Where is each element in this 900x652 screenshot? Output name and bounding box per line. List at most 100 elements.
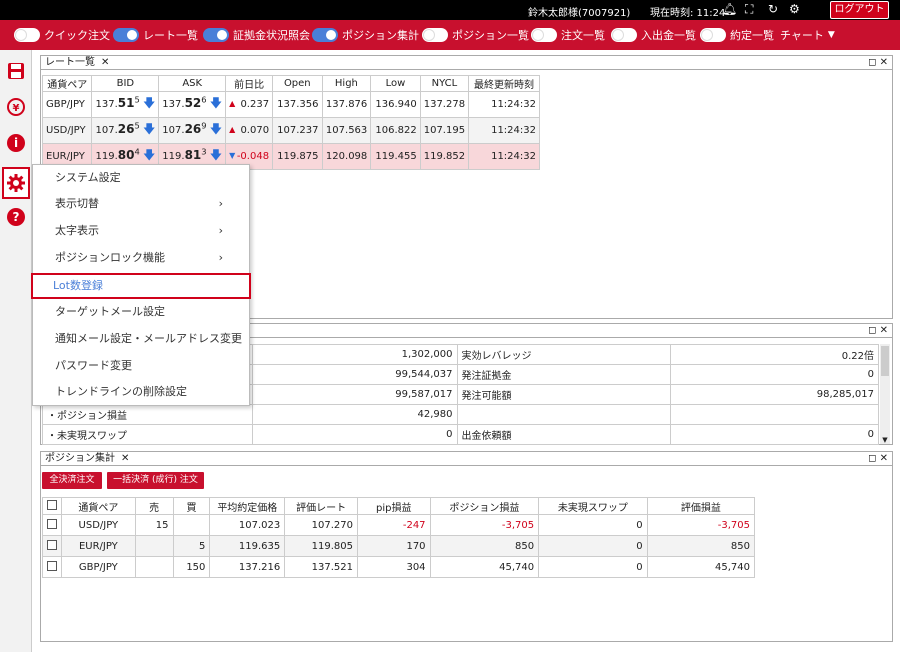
menu-item-password-change[interactable]: パスワード変更: [33, 353, 249, 379]
scroll-down-arrow-icon[interactable]: ▼: [880, 436, 890, 444]
open-cell: 119.875: [272, 143, 323, 170]
menu-item-target-mail[interactable]: ターゲットメール設定: [33, 299, 249, 325]
menu-item-system-settings[interactable]: システム設定: [33, 165, 249, 191]
logout-button[interactable]: ログアウト: [830, 1, 889, 19]
close-icon[interactable]: ✕: [880, 325, 888, 336]
row-checkbox[interactable]: [42, 535, 62, 557]
column-header[interactable]: 平均約定価格: [209, 497, 286, 515]
avg-price-cell: 137.216: [209, 556, 286, 578]
label-cell: 実効レバレッジ: [456, 344, 672, 365]
toggle-switch[interactable]: [203, 28, 229, 42]
column-header[interactable]: 評価損益: [646, 497, 756, 515]
toggle-order-list[interactable]: 注文一覧: [531, 27, 605, 43]
close-icon[interactable]: ✕: [121, 453, 129, 464]
ask-cell[interactable]: 107.269 🡇: [158, 117, 227, 144]
bid-cell[interactable]: 107.265 🡇: [91, 117, 160, 144]
column-header[interactable]: pip損益: [356, 497, 431, 515]
close-icon[interactable]: ✕: [880, 57, 888, 68]
ask-pip: 3: [201, 146, 207, 157]
bulk-market-close-button[interactable]: 一括決済 (成行) 注文: [107, 472, 204, 489]
toggle-switch[interactable]: [611, 28, 637, 42]
gear-icon[interactable]: ⚙: [789, 2, 800, 16]
menu-item-notification-mail[interactable]: 通知メール設定・メールアドレス変更: [33, 326, 249, 352]
table-row[interactable]: GBP/JPY 150 137.216 137.521 304 45,740 0…: [42, 556, 756, 578]
bid-cell[interactable]: 137.515 🡇: [91, 91, 160, 118]
ask-cell[interactable]: 137.526 🡇: [158, 91, 227, 118]
table-row[interactable]: GBP/JPY 137.515 🡇 137.526 🡇 ▲ 0.237 137.3…: [41, 91, 540, 118]
maximize-icon[interactable]: ◻: [868, 325, 876, 336]
user-name: 鈴木太郎様(7007921): [528, 8, 631, 19]
column-header[interactable]: 前日比: [225, 75, 274, 92]
menu-item-trendline-delete[interactable]: トレンドラインの削除設定: [33, 379, 249, 405]
column-header[interactable]: ASK: [158, 75, 227, 92]
column-header[interactable]: Low: [370, 75, 421, 92]
time-cell: 11:24:32: [468, 91, 540, 118]
settings-gear-icon[interactable]: [2, 167, 30, 199]
scrollbar-thumb[interactable]: [881, 346, 889, 376]
checkbox[interactable]: [47, 518, 57, 529]
fullscreen-icon[interactable]: ⛶: [745, 2, 753, 17]
checkbox[interactable]: [47, 499, 57, 510]
table-row[interactable]: USD/JPY 107.265 🡇 107.269 🡇 ▲ 0.070 107.2…: [41, 117, 540, 144]
refresh-icon[interactable]: ↻: [768, 2, 778, 16]
menu-item-position-lock[interactable]: ポジションロック機能 ›: [33, 245, 249, 271]
menu-item-display-switch[interactable]: 表示切替 ›: [33, 191, 249, 217]
save-icon[interactable]: [3, 58, 29, 84]
toggle-margin-status[interactable]: 証拠金状況照会: [203, 27, 310, 43]
bid-main: 80: [117, 148, 135, 162]
column-header[interactable]: High: [321, 75, 372, 92]
menu-item-lot-registration[interactable]: Lot数登録: [31, 273, 251, 299]
column-header[interactable]: 評価レート: [284, 497, 358, 515]
toggle-deposit-list[interactable]: 入出金一覧: [611, 27, 696, 43]
column-header[interactable]: ポジション損益: [429, 497, 540, 515]
table-row: ・未実現スワップ 0 出金依頼額 0: [42, 424, 879, 445]
toggle-switch[interactable]: [700, 28, 726, 42]
column-header[interactable]: 買: [172, 497, 211, 515]
bell-icon[interactable]: 🔔︎: [722, 2, 737, 16]
table-row[interactable]: USD/JPY 15 107.023 107.270 -247 -3,705 0…: [42, 514, 756, 536]
select-all-checkbox[interactable]: [42, 497, 62, 515]
toggle-switch[interactable]: [312, 28, 338, 42]
column-header[interactable]: NYCL: [419, 75, 470, 92]
toggle-position-summary[interactable]: ポジション集計: [312, 27, 419, 43]
maximize-icon[interactable]: ◻: [868, 453, 876, 464]
scrollbar[interactable]: ▼: [880, 344, 890, 444]
toggle-rate-list[interactable]: レート一覧: [113, 27, 198, 43]
column-header[interactable]: 売: [134, 497, 174, 515]
value-cell: 0.22倍: [670, 344, 879, 365]
close-icon[interactable]: ✕: [101, 57, 109, 68]
ask-prefix: 107.: [162, 125, 185, 136]
checkbox[interactable]: [47, 560, 57, 571]
yen-icon[interactable]: ¥: [3, 94, 29, 120]
help-icon[interactable]: ?: [3, 204, 29, 230]
toggle-switch[interactable]: [531, 28, 557, 42]
toggle-switch[interactable]: [14, 28, 40, 42]
column-header[interactable]: 通貨ペア: [41, 75, 93, 92]
position-table: 通貨ペア 売 買 平均約定価格 評価レート pip損益 ポジション損益 未実現ス…: [42, 497, 756, 578]
eval-pl-cell: 45,740: [646, 556, 756, 578]
toggle-execution-list[interactable]: 約定一覧: [700, 27, 774, 43]
close-all-order-button[interactable]: 全決済注文: [42, 472, 102, 489]
avg-price-cell: 107.023: [209, 514, 286, 536]
toggle-position-list[interactable]: ポジション一覧: [422, 27, 529, 43]
info-icon[interactable]: i: [3, 130, 29, 156]
eval-pl-cell: 850: [646, 535, 756, 557]
row-checkbox[interactable]: [42, 556, 62, 578]
eval-rate-cell: 137.521: [284, 556, 358, 578]
row-checkbox[interactable]: [42, 514, 62, 536]
column-header[interactable]: Open: [272, 75, 323, 92]
table-row[interactable]: EUR/JPY 5 119.635 119.805 170 850 0 850: [42, 535, 756, 557]
toggle-quick-order[interactable]: クイック注文: [14, 27, 110, 43]
column-header[interactable]: 通貨ペア: [61, 497, 136, 515]
chart-menu[interactable]: チャート ▼: [780, 27, 835, 43]
checkbox[interactable]: [47, 539, 57, 550]
label-cell: 発注可能額: [456, 384, 672, 405]
maximize-icon[interactable]: ◻: [868, 57, 876, 68]
toggle-switch[interactable]: [113, 28, 139, 42]
column-header[interactable]: BID: [91, 75, 160, 92]
column-header[interactable]: 未実現スワップ: [538, 497, 648, 515]
column-header[interactable]: 最終更新時刻: [468, 75, 540, 92]
toggle-switch[interactable]: [422, 28, 448, 42]
menu-item-bold-display[interactable]: 太字表示 ›: [33, 218, 249, 244]
close-icon[interactable]: ✕: [880, 453, 888, 464]
